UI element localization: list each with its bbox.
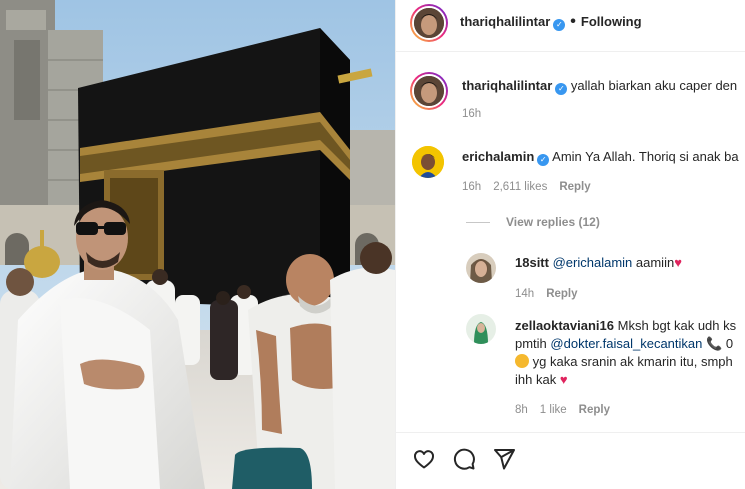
comment-bubble-icon[interactable] bbox=[452, 447, 476, 471]
verified-badge-icon: ✓ bbox=[537, 154, 550, 166]
post-header: thariqhalilintar ✓ • Following bbox=[396, 0, 745, 52]
post-actions-bar bbox=[396, 432, 745, 489]
separator-dot: • bbox=[570, 13, 576, 30]
commenter-avatar[interactable] bbox=[412, 146, 444, 178]
reply-avatar[interactable] bbox=[466, 253, 496, 283]
reply-1-text: aamiin bbox=[635, 255, 675, 270]
reply-2-time[interactable]: 8h bbox=[515, 404, 528, 416]
view-replies-label: View replies (12) bbox=[506, 215, 600, 229]
reply-2-meta: 8h 1 like Reply bbox=[515, 404, 622, 416]
reply-2-line-2: pmtih @dokter.faisal_kecantikan 📞 0 bbox=[515, 336, 733, 352]
reply-2-line-1: zellaoktaviani16 Mksh bgt kak udh ks bbox=[515, 318, 736, 333]
reply-1-reply-button[interactable]: Reply bbox=[546, 288, 577, 300]
post-photo[interactable] bbox=[0, 0, 395, 489]
heart-eyes-emoji-icon bbox=[515, 354, 529, 368]
reply-2-text-2b: 0 bbox=[725, 336, 734, 351]
paper-plane-icon[interactable] bbox=[492, 447, 516, 471]
reply-2-text-1: Mksh bgt kak udh ks bbox=[617, 318, 737, 333]
reply-1-mention[interactable]: @erichalamin bbox=[553, 255, 633, 270]
reply-1-meta: 14h Reply bbox=[515, 288, 590, 300]
reply-2-text-2: pmtih bbox=[515, 336, 547, 351]
comment-1-meta: 16h 2,611 likes Reply bbox=[462, 181, 603, 193]
caption-time[interactable]: 16h bbox=[462, 108, 481, 120]
view-replies-divider bbox=[466, 222, 490, 224]
avatar-image bbox=[412, 74, 446, 108]
following-button[interactable]: Following bbox=[581, 14, 642, 29]
caption-meta: 16h bbox=[462, 108, 493, 120]
comment-1-text: Amin Ya Allah. Thoriq si anak ba bbox=[552, 149, 739, 164]
avatar-image bbox=[412, 6, 446, 40]
post-side-panel: thariqhalilintar ✓ • Following thariqhalili… bbox=[395, 0, 745, 489]
reply-2-likes[interactable]: 1 like bbox=[540, 404, 567, 416]
reply-1-line: 18sitt @erichalamin aamiin♥ bbox=[515, 255, 682, 270]
reply-1-time[interactable]: 14h bbox=[515, 288, 534, 300]
reply-2-line-4: ihh kak ♥ bbox=[515, 372, 568, 387]
reply-1-username[interactable]: 18sitt bbox=[515, 255, 549, 270]
comment-1-line: erichalamin ✓ Amin Ya Allah. Thoriq si an… bbox=[462, 149, 739, 166]
reply-2-username[interactable]: zellaoktaviani16 bbox=[515, 318, 614, 333]
caption-username[interactable]: thariqhalilintar bbox=[462, 78, 552, 93]
comment-1-username[interactable]: erichalamin bbox=[462, 149, 534, 164]
reply-2-mention[interactable]: @dokter.faisal_kecantikan bbox=[550, 336, 702, 351]
author-username[interactable]: thariqhalilintar bbox=[460, 14, 550, 29]
comment-1-reply-button[interactable]: Reply bbox=[559, 181, 590, 193]
comment-1-time[interactable]: 16h bbox=[462, 181, 481, 193]
comment-1-likes[interactable]: 2,611 likes bbox=[493, 181, 547, 193]
reply-2-text-4: ihh kak bbox=[515, 372, 557, 387]
caption-line: thariqhalilintar ✓ yallah biarkan aku cap… bbox=[462, 78, 737, 95]
red-heart-emoji-icon: ♥ bbox=[559, 372, 568, 387]
verified-badge-icon: ✓ bbox=[555, 83, 568, 95]
telephone-emoji-icon: 📞 bbox=[706, 336, 723, 351]
reply-2-text-3: yg kaka sranin ak kmarin itu, smph bbox=[532, 354, 733, 369]
heart-outline-icon[interactable] bbox=[412, 447, 436, 471]
caption-author-avatar[interactable] bbox=[410, 72, 448, 110]
header-user-line: thariqhalilintar ✓ • Following bbox=[460, 13, 642, 31]
kaaba-pilgrim-photo bbox=[0, 0, 395, 489]
view-replies-button[interactable]: View replies (12) bbox=[466, 215, 600, 229]
reply-avatar[interactable] bbox=[466, 314, 496, 344]
reply-2-reply-button[interactable]: Reply bbox=[579, 404, 610, 416]
red-heart-emoji-icon: ♥ bbox=[674, 255, 682, 270]
author-avatar[interactable] bbox=[410, 4, 448, 42]
verified-badge-icon: ✓ bbox=[553, 19, 566, 31]
caption-text: yallah biarkan aku caper den bbox=[570, 78, 738, 93]
reply-2-line-3: yg kaka sranin ak kmarin itu, smph bbox=[515, 354, 733, 369]
